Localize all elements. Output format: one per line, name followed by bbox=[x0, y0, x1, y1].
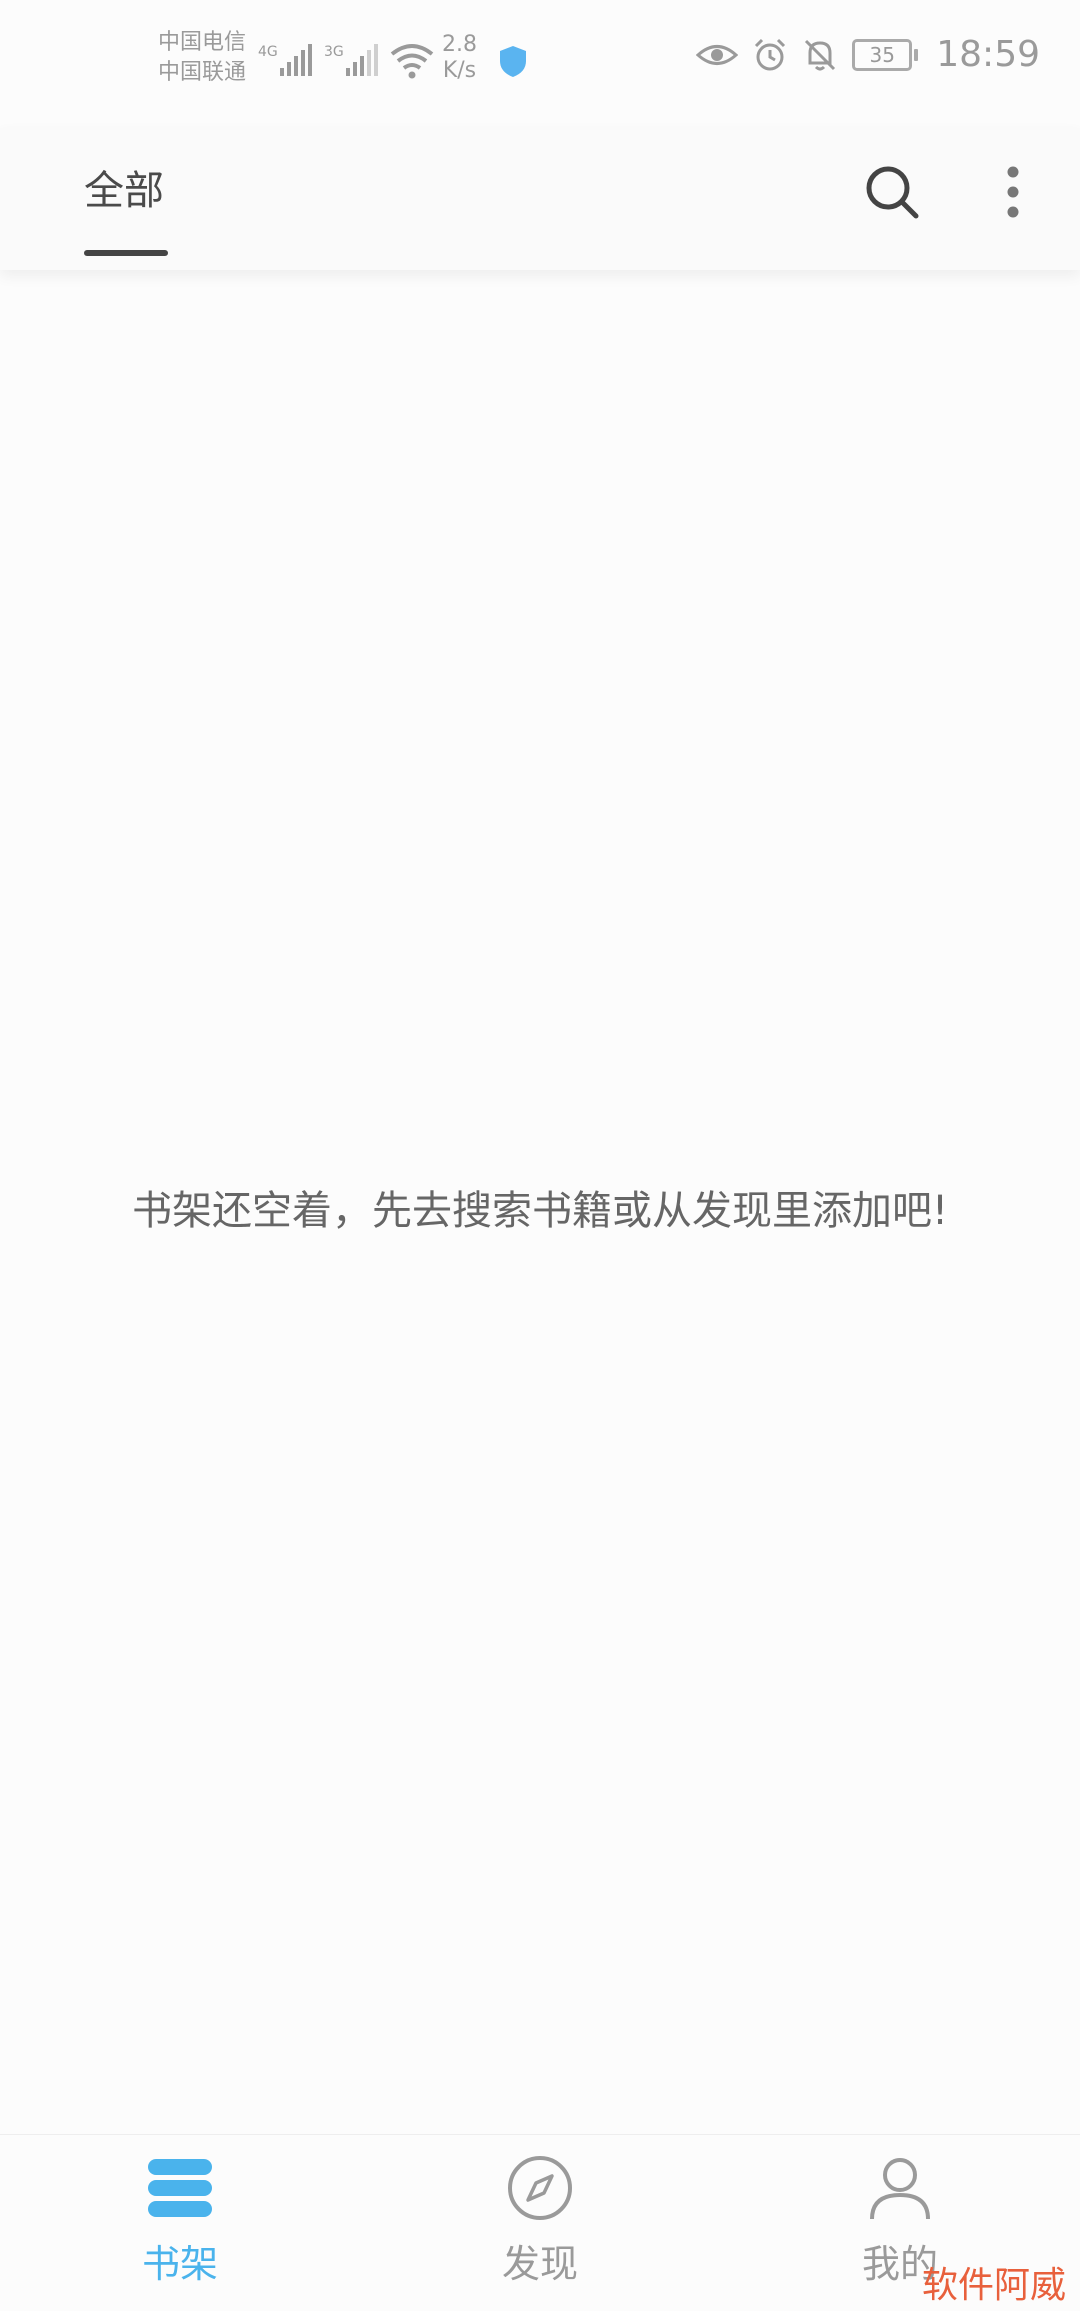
search-icon bbox=[866, 166, 919, 219]
more-vertical-icon bbox=[1007, 166, 1019, 218]
alarm-icon bbox=[755, 38, 786, 70]
network-speed: 2.8 K/s bbox=[442, 32, 477, 83]
bookshelf-icon bbox=[148, 2159, 212, 2217]
tab-all[interactable]: 全部 bbox=[84, 158, 164, 216]
top-toolbar: 全部 bbox=[0, 128, 1080, 270]
wifi-icon bbox=[390, 44, 434, 79]
bottom-navigation: 书架 发现 我的 bbox=[0, 2134, 1080, 2311]
compass-icon bbox=[508, 2156, 572, 2220]
carrier-2: 中国联通 bbox=[158, 60, 247, 85]
svg-text:3G: 3G bbox=[324, 44, 344, 60]
status-bar: 中国电信 中国联通 4G 3G 2.8 K/s 35 18:59 bbox=[0, 0, 1080, 128]
signal-3g-icon: 3G bbox=[324, 44, 378, 76]
carrier-1: 中国电信 bbox=[158, 30, 247, 55]
nav-discover[interactable]: 发现 bbox=[440, 2155, 640, 2288]
tab-indicator bbox=[84, 250, 168, 256]
nav-bookshelf-label: 书架 bbox=[141, 2242, 218, 2286]
clock: 18:59 bbox=[936, 34, 1040, 75]
nav-discover-label: 发现 bbox=[501, 2242, 578, 2286]
search-button[interactable] bbox=[856, 156, 932, 232]
signal-4g-icon: 4G bbox=[258, 44, 312, 76]
battery-icon: 35 bbox=[852, 38, 919, 71]
svg-text:4G: 4G bbox=[258, 44, 278, 60]
user-icon bbox=[870, 2158, 930, 2220]
shield-icon bbox=[500, 46, 526, 77]
carrier-info: 中国电信 中国联通 bbox=[158, 28, 246, 88]
empty-shelf-message: 书架还空着，先去搜索书籍或从发现里添加吧! bbox=[131, 1188, 949, 1234]
eye-icon bbox=[696, 44, 739, 65]
mute-bell-icon bbox=[805, 39, 836, 70]
watermark-text: 软件阿威 bbox=[921, 2265, 1066, 2306]
nav-bookshelf[interactable]: 书架 bbox=[80, 2155, 280, 2288]
more-options-button[interactable] bbox=[982, 156, 1046, 232]
